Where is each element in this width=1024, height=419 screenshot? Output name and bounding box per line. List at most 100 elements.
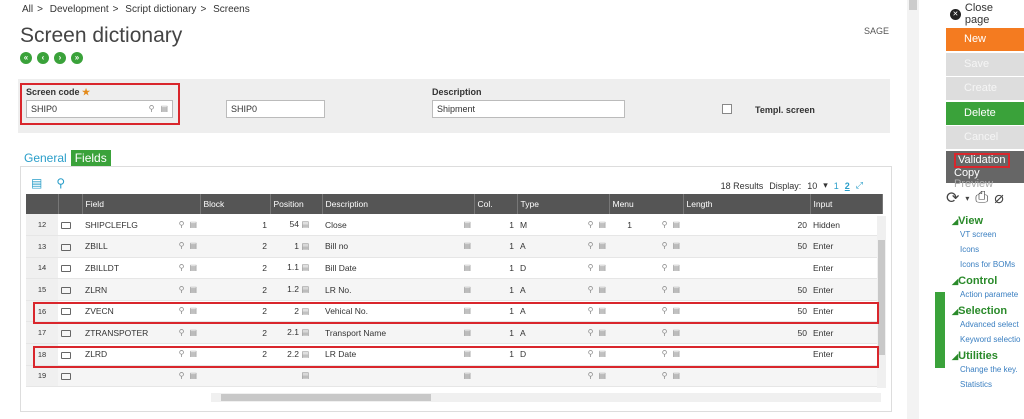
list-icon[interactable]: ▤ bbox=[672, 263, 680, 272]
field-cell[interactable]: ZTRANSPOTER ▤ ⚲ bbox=[82, 321, 200, 345]
description-cell[interactable]: Bill Date ▤ bbox=[322, 257, 474, 280]
sidebar-section-title[interactable]: ◢Selection bbox=[946, 305, 1024, 317]
list-icon[interactable]: ▤ bbox=[598, 328, 606, 337]
list-icon[interactable]: ▤ bbox=[189, 241, 197, 250]
sidebar-link[interactable]: Advanced select bbox=[946, 317, 1024, 332]
list-icon[interactable]: ▤ bbox=[189, 220, 197, 229]
block-cell[interactable]: 1 bbox=[200, 214, 270, 237]
column-header[interactable]: Menu bbox=[609, 194, 684, 214]
column-header[interactable]: Col. bbox=[474, 194, 518, 214]
column-header[interactable]: Description bbox=[322, 194, 475, 214]
sidebar-link[interactable]: Change the key. bbox=[946, 362, 1024, 377]
horizontal-scrollbar[interactable] bbox=[211, 393, 881, 402]
list-icon[interactable]: ▤ bbox=[189, 328, 197, 337]
type-cell[interactable]: A ▤ ⚲ bbox=[517, 321, 609, 345]
row-detail-icon[interactable] bbox=[61, 243, 71, 251]
list-icon[interactable]: ▤ bbox=[598, 263, 606, 272]
list-icon[interactable]: ▤ bbox=[189, 263, 197, 272]
sidebar-toggle-tab[interactable] bbox=[935, 292, 945, 368]
column-header[interactable]: Field bbox=[82, 194, 201, 214]
chevron-down-icon[interactable]: ▾ bbox=[823, 180, 828, 191]
list-icon[interactable]: ▤ bbox=[301, 284, 309, 294]
list-icon[interactable]: ▤ bbox=[301, 262, 309, 272]
sidebar-link[interactable]: VT screen bbox=[946, 227, 1024, 242]
sidebar-link[interactable]: Icons for BOMs bbox=[946, 257, 1024, 272]
block-cell[interactable]: 2 bbox=[200, 321, 270, 345]
search-icon[interactable]: ⚲ bbox=[179, 371, 185, 380]
block-cell[interactable]: 2 bbox=[200, 278, 270, 301]
search-icon[interactable]: ⚲ bbox=[662, 285, 668, 294]
table-row[interactable]: 15 ZLRN ▤ ⚲ 2 1.2 ▤ LR No. ▤ 1 A ▤ ⚲ ▤ ⚲ 50 Enter bbox=[26, 278, 882, 301]
chevron-down-icon[interactable]: ▾ bbox=[965, 194, 969, 203]
column-header[interactable]: Input bbox=[810, 194, 883, 214]
col-cell[interactable]: 1 bbox=[474, 214, 517, 237]
menu-cell[interactable]: ▤ ⚲ bbox=[609, 235, 683, 258]
sidebar-link[interactable]: Action paramete bbox=[946, 287, 1024, 302]
next-record-icon[interactable]: › bbox=[54, 52, 66, 64]
menu-cell[interactable]: ▤ ⚲ bbox=[609, 321, 683, 345]
new-button[interactable]: New bbox=[946, 28, 1024, 51]
expand-icon[interactable]: ⤢ bbox=[856, 180, 863, 191]
row-detail-cell[interactable] bbox=[58, 278, 82, 301]
delete-button[interactable]: Delete bbox=[946, 101, 1024, 125]
cancel-button[interactable]: Cancel bbox=[946, 126, 1024, 149]
print-icon[interactable]: ⎙ bbox=[975, 189, 988, 207]
col-cell[interactable]: 1 bbox=[474, 321, 517, 345]
row-detail-icon[interactable] bbox=[61, 286, 71, 294]
breadcrumb-script-dictionary[interactable]: Script dictionary bbox=[125, 4, 196, 15]
page-scroll-thumb[interactable] bbox=[909, 0, 917, 10]
templ-screen-checkbox[interactable] bbox=[722, 104, 732, 114]
list-icon[interactable]: ▤ bbox=[301, 219, 309, 229]
table-row[interactable]: 14 ZBILLDT ▤ ⚲ 2 1.1 ▤ Bill Date ▤ 1 D ▤ ⚲ ▤ ⚲ Enter bbox=[26, 257, 882, 280]
list-icon[interactable]: ▤ bbox=[598, 285, 606, 294]
type-cell[interactable]: D ▤ ⚲ bbox=[517, 257, 609, 280]
input-cell[interactable]: Enter bbox=[810, 235, 882, 258]
list-icon[interactable]: ▤ bbox=[189, 285, 197, 294]
menu-cell[interactable]: ▤ ⚲ bbox=[609, 278, 683, 301]
list-icon[interactable]: ▤ bbox=[672, 371, 680, 380]
list-icon[interactable]: ▤ bbox=[598, 241, 606, 250]
row-detail-icon[interactable] bbox=[61, 221, 71, 229]
attachment-icon[interactable]: ⌀ bbox=[994, 188, 1004, 208]
input-cell[interactable] bbox=[810, 365, 882, 388]
list-icon[interactable]: ▤ bbox=[463, 371, 471, 380]
row-detail-cell[interactable] bbox=[58, 214, 82, 237]
breadcrumb-development[interactable]: Development bbox=[50, 4, 109, 15]
row-detail-icon[interactable] bbox=[61, 373, 71, 381]
type-cell[interactable]: A ▤ ⚲ bbox=[517, 278, 609, 301]
field-cell[interactable]: ZLRN ▤ ⚲ bbox=[82, 278, 200, 301]
col-cell[interactable]: 1 bbox=[474, 278, 517, 301]
row-detail-cell[interactable] bbox=[58, 257, 82, 280]
horizontal-scroll-thumb[interactable] bbox=[221, 394, 431, 401]
breadcrumb-all[interactable]: All bbox=[22, 4, 33, 15]
list-icon[interactable]: ▤ bbox=[301, 241, 309, 251]
position-cell[interactable]: 2.1 ▤ bbox=[270, 321, 322, 345]
list-icon[interactable]: ▤ bbox=[672, 285, 680, 294]
field-cell[interactable]: ZBILLDT ▤ ⚲ bbox=[82, 257, 200, 280]
field-cell[interactable]: SHIPCLEFLG ▤ ⚲ bbox=[82, 214, 200, 237]
column-header[interactable]: Position bbox=[270, 194, 323, 214]
menu-cell[interactable]: ▤ ⚲ bbox=[609, 365, 683, 388]
search-icon[interactable]: ⚲ bbox=[588, 371, 594, 380]
display-select[interactable]: 10 bbox=[807, 181, 817, 191]
input-cell[interactable]: Enter bbox=[810, 257, 882, 280]
block-cell[interactable] bbox=[200, 365, 270, 388]
table-row[interactable]: 12 SHIPCLEFLG ▤ ⚲ 1 54 ▤ Close ▤ 1 M ▤ ⚲ 1 ▤ ⚲ 20 Hidden bbox=[26, 214, 882, 237]
description-cell[interactable]: Transport Name ▤ bbox=[322, 321, 474, 345]
length-cell[interactable]: 20 bbox=[683, 214, 810, 237]
sidebar-section-title[interactable]: ◢View bbox=[946, 215, 1024, 227]
previous-record-icon[interactable]: ‹ bbox=[37, 52, 49, 64]
menu-cell[interactable]: 1 ▤ ⚲ bbox=[609, 214, 683, 237]
description-cell[interactable]: Bill no ▤ bbox=[322, 235, 474, 258]
search-icon[interactable]: ⚲ bbox=[588, 263, 594, 272]
table-row[interactable]: 13 ZBILL ▤ ⚲ 2 1 ▤ Bill no ▤ 1 A ▤ ⚲ ▤ ⚲ 50 Enter bbox=[26, 235, 882, 258]
length-cell[interactable]: 50 bbox=[683, 278, 810, 301]
table-row[interactable]: 17 ZTRANSPOTER ▤ ⚲ 2 2.1 ▤ Transport Name ▤ 1 A ▤ ⚲… bbox=[26, 321, 882, 345]
sidebar-section-title[interactable]: ◢Utilities bbox=[946, 350, 1024, 362]
search-icon[interactable]: ⚲ bbox=[179, 328, 185, 337]
list-icon[interactable]: ▤ bbox=[189, 371, 197, 380]
grid-settings-icon[interactable]: ▤ bbox=[31, 176, 42, 190]
vertical-scroll-thumb[interactable] bbox=[878, 240, 885, 355]
breadcrumb-screens[interactable]: Screens bbox=[213, 4, 250, 15]
position-cell[interactable]: 1 ▤ bbox=[270, 235, 322, 258]
